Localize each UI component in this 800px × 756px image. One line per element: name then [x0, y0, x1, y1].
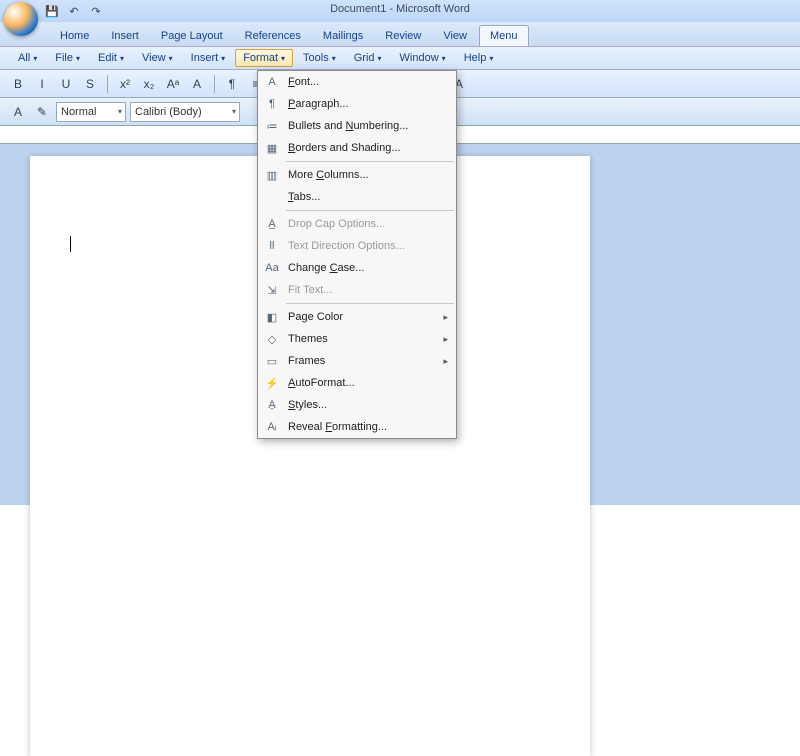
format-menu-themes[interactable]: ◇ Themes ▸	[258, 328, 456, 350]
change-case-icon: Aa	[262, 260, 282, 276]
themes-icon: ◇	[262, 331, 282, 347]
toolbar-button-4[interactable]: x²	[115, 74, 135, 94]
menu-separator	[286, 161, 454, 162]
window-title: Document1 - Microsoft Word	[330, 3, 470, 15]
format-menu-fit-text: ⇲ Fit Text...	[258, 279, 456, 301]
format-menu-paragraph[interactable]: ¶ Paragraph...	[258, 93, 456, 115]
frames-icon: ▭	[262, 353, 282, 369]
toolbar-separator	[214, 75, 215, 93]
format-menu-frames[interactable]: ▭ Frames ▸	[258, 350, 456, 372]
reveal-formatting-icon: Aᵢ	[262, 419, 282, 435]
borders-and-shading-icon: ▦	[262, 140, 282, 156]
format-menu-styles[interactable]: A̱ Styles...	[258, 394, 456, 416]
title-bar: 💾 ↶ ↷ Document1 - Microsoft Word	[0, 0, 800, 22]
autoformat-icon: ⚡	[262, 375, 282, 391]
menu-item-label: Paragraph...	[288, 98, 349, 110]
menu-item-label: Frames	[288, 355, 325, 367]
menu-item-label: Page Color	[288, 311, 343, 323]
menu-insert[interactable]: Insert▾	[183, 49, 234, 67]
menu-bar: All▾File▾Edit▾View▾Insert▾Format▾Tools▾G…	[0, 46, 800, 70]
toolbar-separator	[107, 75, 108, 93]
format-menu-change-case[interactable]: Aa Change Case...	[258, 257, 456, 279]
toolbar-button-7[interactable]: A	[187, 74, 207, 94]
ribbon-tab-menu[interactable]: Menu	[479, 25, 529, 46]
styles-icon: A̱	[262, 397, 282, 413]
drop-cap-options-icon: A̲	[262, 216, 282, 232]
toolbar-button-1[interactable]: I	[32, 74, 52, 94]
font-selector[interactable]: Calibri (Body)	[130, 102, 240, 122]
toolbar-button-5[interactable]: x₂	[139, 74, 159, 94]
office-button[interactable]	[4, 2, 38, 36]
format-menu-bullets-and-numbering[interactable]: ≔ Bullets and Numbering...	[258, 115, 456, 137]
page-color-icon: ◧	[262, 309, 282, 325]
paragraph-icon: ¶	[262, 96, 282, 112]
menu-item-label: Change Case...	[288, 262, 364, 274]
menu-item-label: Borders and Shading...	[288, 142, 401, 154]
menu-grid[interactable]: Grid▾	[346, 49, 390, 67]
menu-window[interactable]: Window▾	[392, 49, 454, 67]
bullets-and-numbering-icon: ≔	[262, 118, 282, 134]
menu-all[interactable]: All▾	[10, 49, 45, 67]
menu-help[interactable]: Help▾	[456, 49, 502, 67]
fit-text-icon: ⇲	[262, 282, 282, 298]
style-brush-icon[interactable]: ✎	[32, 102, 52, 122]
toolbar-button-8[interactable]: ¶	[222, 74, 242, 94]
format-menu-font[interactable]: A Font...	[258, 71, 456, 93]
style-selector[interactable]: Normal	[56, 102, 126, 122]
menu-item-label: Drop Cap Options...	[288, 218, 385, 230]
menu-item-label: Styles...	[288, 399, 327, 411]
menu-separator	[286, 210, 454, 211]
style-icon[interactable]: A	[8, 102, 28, 122]
menu-separator	[286, 303, 454, 304]
menu-item-label: AutoFormat...	[288, 377, 355, 389]
toolbar-button-3[interactable]: S	[80, 74, 100, 94]
menu-format[interactable]: Format▾	[235, 49, 293, 67]
format-menu-drop-cap-options: A̲ Drop Cap Options...	[258, 213, 456, 235]
menu-tools[interactable]: Tools▾	[295, 49, 344, 67]
quick-access-toolbar: 💾 ↶ ↷	[44, 3, 104, 19]
format-menu-page-color[interactable]: ◧ Page Color ▸	[258, 306, 456, 328]
undo-icon[interactable]: ↶	[66, 3, 82, 19]
menu-view[interactable]: View▾	[134, 49, 181, 67]
format-menu-dropdown: A Font... ¶ Paragraph... ≔ Bullets and Number…	[257, 70, 457, 439]
menu-edit[interactable]: Edit▾	[90, 49, 132, 67]
ribbon-tab-references[interactable]: References	[235, 26, 311, 46]
ribbon-tab-view[interactable]: View	[433, 26, 477, 46]
redo-icon[interactable]: ↷	[88, 3, 104, 19]
menu-item-label: Reveal Formatting...	[288, 421, 387, 433]
submenu-arrow-icon: ▸	[443, 356, 448, 367]
ribbon-tab-page-layout[interactable]: Page Layout	[151, 26, 233, 46]
format-menu-text-direction-options: ll Text Direction Options...	[258, 235, 456, 257]
menu-item-label: Fit Text...	[288, 284, 332, 296]
menu-item-label: Font...	[288, 76, 319, 88]
format-menu-reveal-formatting[interactable]: Aᵢ Reveal Formatting...	[258, 416, 456, 438]
format-menu-more-columns[interactable]: ▥ More Columns...	[258, 164, 456, 186]
toolbar-button-6[interactable]: Aᵃ	[163, 74, 183, 94]
ribbon-tab-review[interactable]: Review	[375, 26, 431, 46]
font-icon: A	[262, 74, 282, 90]
submenu-arrow-icon: ▸	[443, 312, 448, 323]
ribbon-tab-insert[interactable]: Insert	[101, 26, 149, 46]
save-icon[interactable]: 💾	[44, 3, 60, 19]
format-menu-tabs[interactable]: Tabs...	[258, 186, 456, 208]
submenu-arrow-icon: ▸	[443, 334, 448, 345]
menu-file[interactable]: File▾	[47, 49, 88, 67]
toolbar-button-0[interactable]: B	[8, 74, 28, 94]
menu-item-label: Tabs...	[288, 191, 320, 203]
text-direction-options-icon: ll	[262, 238, 282, 254]
format-menu-autoformat[interactable]: ⚡ AutoFormat...	[258, 372, 456, 394]
more-columns-icon: ▥	[262, 167, 282, 183]
ribbon-tabs: HomeInsertPage LayoutReferencesMailingsR…	[0, 22, 800, 46]
format-menu-borders-and-shading[interactable]: ▦ Borders and Shading...	[258, 137, 456, 159]
menu-item-label: Themes	[288, 333, 328, 345]
menu-item-label: More Columns...	[288, 169, 369, 181]
ribbon-tab-mailings[interactable]: Mailings	[313, 26, 373, 46]
toolbar-button-2[interactable]: U	[56, 74, 76, 94]
menu-item-label: Text Direction Options...	[288, 240, 405, 252]
text-cursor	[70, 236, 71, 252]
menu-item-label: Bullets and Numbering...	[288, 120, 408, 132]
ribbon-tab-home[interactable]: Home	[50, 26, 99, 46]
tabs-icon	[262, 189, 282, 205]
